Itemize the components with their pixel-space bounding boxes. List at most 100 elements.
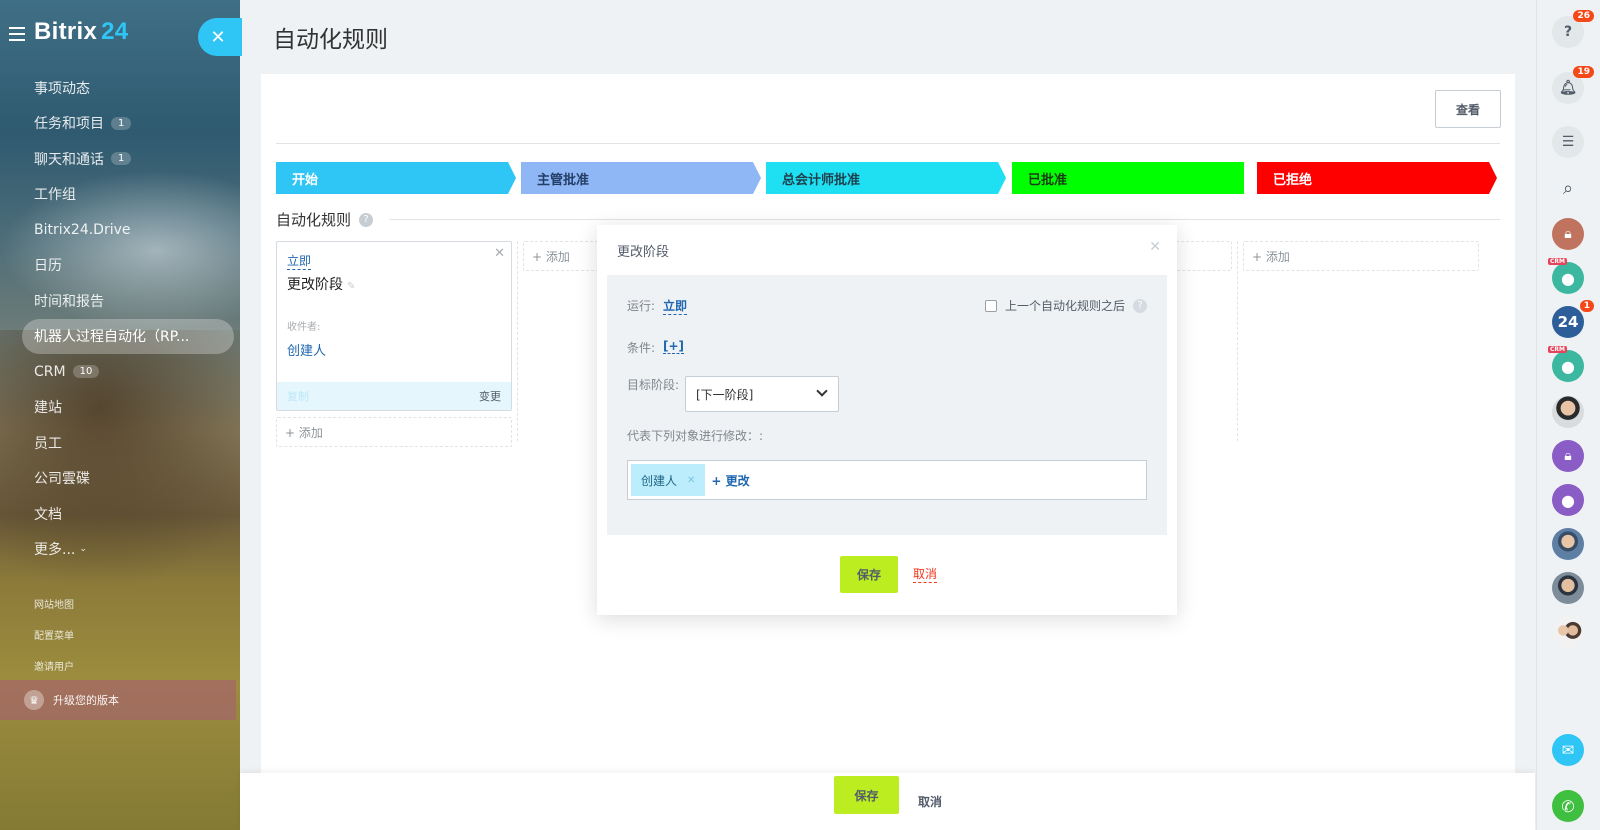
- group-chat-button[interactable]: ●: [1552, 484, 1584, 516]
- configure-menu-link[interactable]: 配置菜单: [34, 627, 74, 642]
- crm-contact-button[interactable]: ● CRM: [1548, 346, 1584, 382]
- locked-chat-button[interactable]: 🔒︎: [1552, 440, 1584, 472]
- user-avatar-button[interactable]: [1552, 528, 1584, 560]
- dialog-cancel-link[interactable]: 取消: [913, 565, 938, 583]
- modify-on-behalf-label: 代表下列对象进行修改：:: [627, 429, 764, 443]
- remove-chip-icon[interactable]: ✕: [687, 475, 695, 486]
- robot-card[interactable]: ✕ 立即 更改阶段 ✎ 收件者: 创建人 复制 变更: [276, 241, 512, 411]
- user-chip: 创建人 ✕: [631, 464, 706, 496]
- user-selector-field[interactable]: 创建人 ✕ + 更改: [627, 460, 1147, 500]
- view-button[interactable]: 查看: [1435, 90, 1501, 128]
- user-icon: ●: [1561, 268, 1575, 288]
- lock-icon: 🔒︎: [1564, 226, 1572, 242]
- add-robot-button[interactable]: + 添加: [276, 417, 512, 447]
- invite-users-link[interactable]: 邀请用户: [34, 658, 74, 673]
- stage-rejected[interactable]: 已拒绝: [1257, 162, 1497, 194]
- sidebar-item-drive[interactable]: Bitrix24.Drive: [0, 212, 240, 248]
- close-icon[interactable]: ✕: [494, 246, 505, 261]
- after-previous-checkbox[interactable]: [984, 299, 997, 312]
- sidebar-item-chat[interactable]: 聊天和通话 1: [0, 141, 240, 177]
- call-button[interactable]: ✆: [1552, 790, 1584, 822]
- messenger-button[interactable]: ☰: [1552, 126, 1584, 158]
- after-previous-checkbox-row: 上一个自动化规则之后 ?: [984, 297, 1147, 314]
- user-icon: ●: [1561, 356, 1575, 376]
- user-icon: ●: [1561, 490, 1575, 510]
- avatar: [1552, 396, 1584, 428]
- stage-bar: 开始 主管批准 总会计师批准 已批准 已拒绝: [276, 162, 1496, 194]
- sidebar-item-rpa[interactable]: 机器人过程自动化（RP...: [22, 318, 234, 354]
- sitemap-link[interactable]: 网站地图: [34, 596, 74, 611]
- add-condition-link[interactable]: [+]: [663, 339, 685, 354]
- save-button[interactable]: 保存: [834, 776, 899, 814]
- target-stage-select[interactable]: [下一阶段]: [685, 376, 839, 412]
- edit-link[interactable]: 变更: [479, 388, 501, 404]
- sidebar-item-sites[interactable]: 建站: [0, 390, 240, 426]
- chat-icon: ☰: [1561, 134, 1575, 150]
- divider: [389, 219, 1500, 220]
- copy-link[interactable]: 复制: [287, 388, 309, 404]
- search-icon: ⌕: [1562, 177, 1574, 199]
- stage-approved[interactable]: 已批准: [1012, 162, 1244, 194]
- robot-timing-link[interactable]: 立即: [287, 252, 312, 270]
- sidebar-item-calendar[interactable]: 日历: [0, 248, 240, 284]
- crm-tag: CRM: [1548, 346, 1567, 353]
- footer-bar: 保存 取消: [240, 773, 1535, 830]
- recipient-label: 收件者:: [287, 322, 321, 333]
- avatar: [1552, 572, 1584, 604]
- page-title: 自动化规则: [273, 27, 388, 53]
- stage-manager-approval[interactable]: 主管批准: [521, 162, 761, 194]
- counter-badge: 1: [111, 116, 132, 130]
- sidebar-item-tasks[interactable]: 任务和项目 1: [0, 106, 240, 142]
- change-user-link[interactable]: + 更改: [711, 472, 749, 489]
- avatar: [1552, 528, 1584, 560]
- open-lines-button[interactable]: ✉: [1552, 734, 1584, 766]
- user-avatar-button[interactable]: [1552, 616, 1584, 648]
- run-timing-link[interactable]: 立即: [663, 297, 688, 315]
- stage-accountant-approval[interactable]: 总会计师批准: [766, 162, 1006, 194]
- user-avatar-button[interactable]: [1552, 572, 1584, 604]
- avatar: [1552, 616, 1584, 648]
- hamburger-menu-icon[interactable]: [9, 27, 25, 41]
- divider: [276, 143, 1500, 144]
- sidebar-item-documents[interactable]: 文档: [0, 496, 240, 532]
- upgrade-plan-button[interactable]: ♛ 升级您的版本: [0, 680, 236, 720]
- bitrix24-chat-button[interactable]: 24 1: [1552, 300, 1594, 338]
- crm-tag: CRM: [1548, 258, 1567, 265]
- sidebar-item-activity-stream[interactable]: 事项动态: [0, 70, 240, 106]
- sidebar-item-crm[interactable]: CRM 10: [0, 354, 240, 390]
- logo[interactable]: Bitrix 24: [34, 18, 128, 46]
- cancel-button[interactable]: 取消: [918, 793, 942, 810]
- close-slider-button[interactable]: ✕: [198, 18, 242, 56]
- condition-label: 条件:: [627, 341, 656, 355]
- crm-contact-button[interactable]: ● CRM: [1548, 258, 1584, 294]
- locked-chat-button[interactable]: 🔒︎: [1552, 218, 1584, 250]
- dialog-body: 运行: 立即 上一个自动化规则之后 ? 条件: [+] 目标阶段: [下一阶段]…: [607, 275, 1167, 535]
- close-icon[interactable]: ✕: [1149, 239, 1161, 255]
- search-button[interactable]: ⌕: [1552, 172, 1584, 204]
- help-button[interactable]: ? 26: [1552, 10, 1594, 48]
- lock-icon: 🔒︎: [1564, 448, 1572, 464]
- help-badge: 26: [1573, 10, 1594, 22]
- right-panel: ? 26 🔔︎ 19 ☰ ⌕ 🔒︎ ● CRM 24 1 ● CRM 🔒︎ ●: [1536, 0, 1600, 830]
- add-robot-button[interactable]: + 添加: [1243, 241, 1479, 271]
- robot-card-footer: 复制 变更: [277, 382, 511, 410]
- sidebar-item-time-reports[interactable]: 时间和报告: [0, 283, 240, 319]
- notifications-button[interactable]: 🔔︎ 19: [1552, 66, 1594, 104]
- sidebar-item-company-drive[interactable]: 公司雲碟: [0, 461, 240, 497]
- sidebar-item-employees[interactable]: 员工: [0, 425, 240, 461]
- bell-icon: 🔔︎: [1559, 80, 1577, 96]
- user-avatar-button[interactable]: [1552, 396, 1584, 428]
- recipient-link[interactable]: 创建人: [287, 340, 326, 359]
- dialog-save-button[interactable]: 保存: [840, 556, 898, 593]
- counter-badge: 10: [72, 365, 100, 379]
- sidebar-item-workgroups[interactable]: 工作组: [0, 177, 240, 213]
- help-icon[interactable]: ?: [1133, 298, 1147, 313]
- pencil-icon[interactable]: ✎: [347, 281, 355, 292]
- sidebar-item-more[interactable]: 更多... ⌄: [0, 532, 240, 568]
- help-icon[interactable]: ?: [359, 212, 374, 227]
- phone-icon: ✆: [1561, 796, 1575, 816]
- stage-start[interactable]: 开始: [276, 162, 516, 194]
- change-stage-dialog: 更改阶段 ✕ 运行: 立即 上一个自动化规则之后 ? 条件: [+] 目标阶段:…: [597, 225, 1177, 615]
- run-label: 运行:: [627, 299, 656, 313]
- sidebar-menu: 事项动态 任务和项目 1 聊天和通话 1 工作组 Bitrix24.Drive 日历…: [0, 70, 240, 567]
